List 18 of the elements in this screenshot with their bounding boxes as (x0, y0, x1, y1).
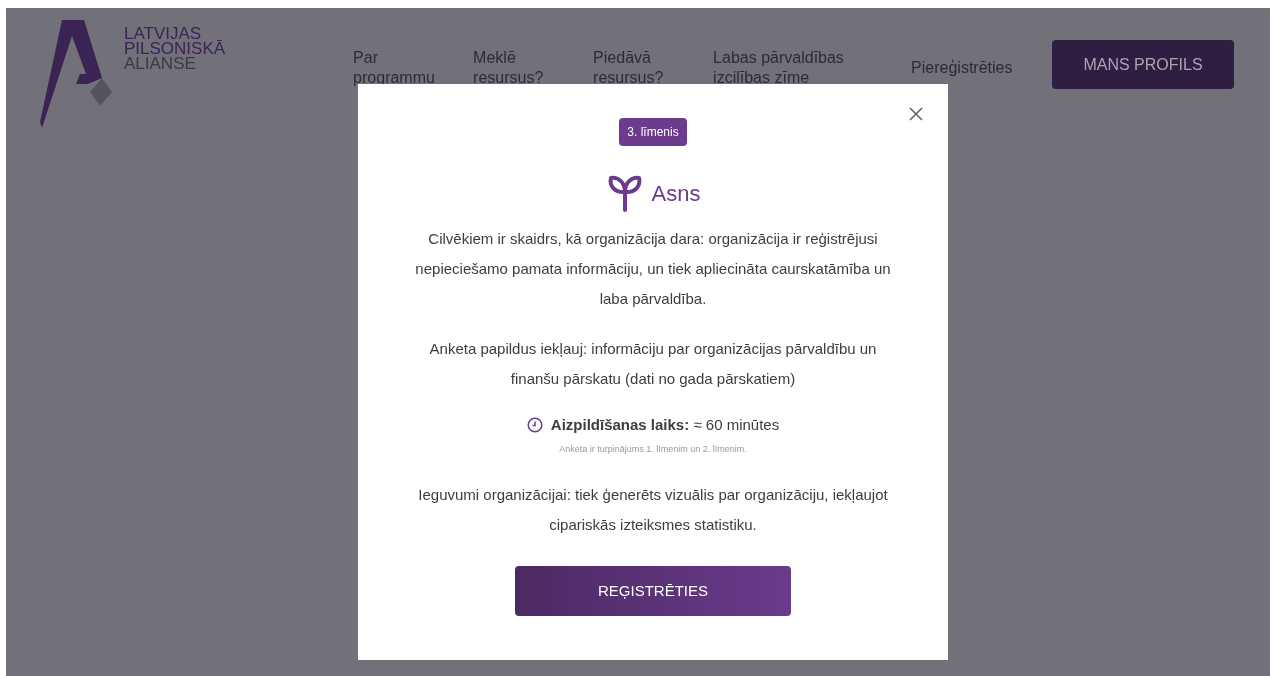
includes-text: Anketa papildus iekļauj: informāciju par organizācijas pārvaldību un finanšu pārskatu (dati no gada pārskatiem) (428, 339, 878, 389)
level-name: Asns (651, 179, 701, 208)
register-button[interactable]: REĢISTRĒTIES (515, 566, 791, 616)
profile-button[interactable]: MANS PROFILS (1052, 40, 1234, 89)
note-text: Anketa ir turpinājums 1. līmenim un 2. līmenim. (559, 442, 747, 456)
nav-link[interactable]: Labas pārvaldības izcilības zīme (713, 48, 874, 88)
benefits-text: Ieguvumi organizācijai: tiek ģenerēts vizuālis par organizāciju, iekļaujot cipariskās izteiksmes statistiku. (417, 485, 889, 535)
description-text: Cilvēkiem ir skaidrs, kā organizācija dara: organizācija ir reģistrējusi nepieciešamo pamata informāciju, un tiek apliecināta caurskatāmība un laba pārvaldība. (414, 229, 892, 309)
fill-time-text: Aizpildīšanas laiks: ≈ 60 minūtes (550, 415, 780, 435)
level-badge: 3. līmenis (619, 118, 687, 146)
logo-text: LATVIJAS PILSONISKĀ ALIANSE (124, 23, 226, 71)
close-icon[interactable] (908, 106, 924, 122)
nav-link[interactable]: Meklē resursus? (473, 48, 556, 88)
nav-link[interactable]: Par programmu (353, 48, 436, 88)
clock-icon (526, 417, 543, 434)
logo-icon (40, 20, 112, 128)
nav-link[interactable]: Piereģistrēties (911, 58, 1013, 78)
nav-link[interactable]: Piedāvā resursus? (593, 48, 676, 88)
